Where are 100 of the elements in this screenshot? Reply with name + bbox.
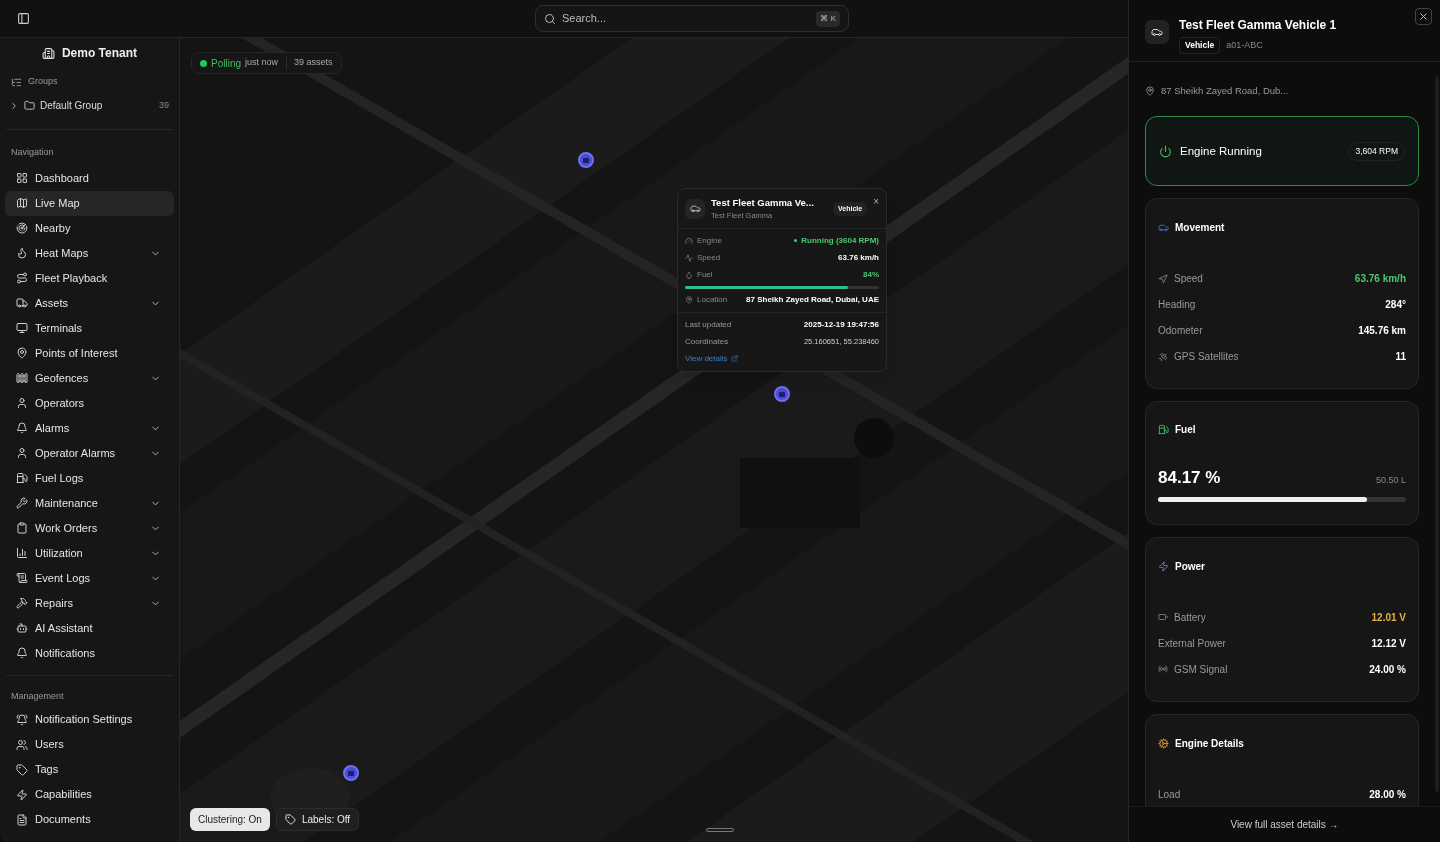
battery-icon bbox=[1158, 612, 1168, 623]
engine-status: Engine Running bbox=[1180, 143, 1263, 159]
map-pin-icon bbox=[685, 295, 693, 304]
stat-label: Speed bbox=[1174, 272, 1204, 287]
fuel-volume: 50.50 L bbox=[1375, 474, 1406, 488]
signal-icon bbox=[1158, 664, 1168, 675]
nav-item[interactable]: Dashboard bbox=[5, 165, 174, 191]
stat-label: External Power bbox=[1158, 636, 1227, 651]
nav-item[interactable]: Fuel Logs bbox=[5, 465, 174, 491]
nav-item[interactable]: Fleet Playback bbox=[5, 265, 174, 291]
stat-label: Battery bbox=[1174, 610, 1207, 625]
tenant-name: Demo Tenant bbox=[61, 45, 138, 62]
stat-value: 28.00 % bbox=[1369, 787, 1406, 802]
clipboard-icon bbox=[16, 522, 28, 534]
search-field[interactable]: Search... ⌘ K bbox=[535, 5, 849, 32]
nav-item[interactable]: Notification Settings bbox=[5, 707, 174, 732]
satellite-icon bbox=[1158, 351, 1168, 362]
nav-item[interactable]: Notifications bbox=[5, 640, 174, 666]
gauge-icon bbox=[685, 236, 693, 245]
tag-icon bbox=[284, 814, 296, 825]
popup-value: 2025-12-19 19:47:56 bbox=[803, 318, 879, 331]
stat-label: Heading bbox=[1158, 298, 1197, 313]
external-link-icon bbox=[730, 355, 738, 362]
popup-label: Engine bbox=[697, 234, 723, 247]
user-icon bbox=[16, 447, 28, 459]
popup-value: Running (3604 RPM) bbox=[801, 234, 879, 247]
folder-icon bbox=[24, 100, 35, 111]
nav-item[interactable]: Heat Maps bbox=[5, 240, 174, 266]
monitor-icon bbox=[16, 322, 28, 334]
nav-item[interactable]: Live Map bbox=[5, 190, 174, 216]
nav-item[interactable]: Repairs bbox=[5, 590, 174, 616]
plate-number: a01-ABC bbox=[1226, 38, 1263, 52]
nav-item[interactable]: Geofences bbox=[5, 365, 174, 391]
map-toggle-button[interactable]: Clustering: On bbox=[190, 808, 270, 831]
wrench-icon bbox=[16, 497, 28, 509]
search-input[interactable]: Search... bbox=[562, 10, 811, 27]
section-label: Groups bbox=[28, 75, 58, 89]
section-label: Navigation bbox=[10, 146, 55, 159]
nav-item[interactable]: Operator Alarms bbox=[5, 440, 174, 466]
radar-icon bbox=[16, 222, 28, 234]
map-pin-icon bbox=[16, 347, 28, 359]
nav-item[interactable]: Maintenance bbox=[5, 490, 174, 516]
fuel-pump-icon bbox=[1158, 424, 1169, 436]
drag-handle[interactable] bbox=[706, 828, 734, 832]
nav-item[interactable]: Terminals bbox=[5, 315, 174, 341]
document-icon bbox=[16, 813, 28, 826]
stat-label: GPS Satellites bbox=[1174, 350, 1240, 365]
sidebar-toggle-icon[interactable] bbox=[17, 12, 30, 25]
stat-label: Odometer bbox=[1158, 324, 1204, 339]
close-button[interactable]: × bbox=[873, 194, 879, 209]
popup-label: Last updated bbox=[685, 318, 732, 331]
close-button[interactable] bbox=[1415, 8, 1432, 25]
popup-value: 84% bbox=[863, 268, 879, 281]
card-title: Power bbox=[1175, 559, 1205, 574]
cog-icon bbox=[1158, 737, 1169, 749]
car-icon bbox=[689, 203, 701, 215]
card-title: Movement bbox=[1175, 221, 1225, 236]
stat-value: 63.76 km/h bbox=[1354, 272, 1406, 287]
card-title: Fuel bbox=[1175, 423, 1196, 438]
navigation-icon bbox=[1158, 273, 1168, 284]
building-icon bbox=[41, 46, 55, 60]
stat-value: 12.01 V bbox=[1371, 610, 1406, 625]
users-icon bbox=[16, 738, 28, 751]
group-count: 39 bbox=[159, 98, 169, 112]
nav-item[interactable]: Event Logs bbox=[5, 565, 174, 591]
group-item[interactable]: Default Group 39 bbox=[0, 97, 179, 114]
popup-value: 63.76 km/h bbox=[838, 251, 879, 264]
nav-item[interactable]: Operators bbox=[5, 390, 174, 416]
fuel-percent: 84.17 % bbox=[1158, 467, 1221, 490]
car-icon bbox=[1158, 222, 1169, 234]
nav-item[interactable]: Work Orders bbox=[5, 515, 174, 541]
nav-item[interactable]: Nearby bbox=[5, 215, 174, 241]
route-icon bbox=[16, 272, 28, 284]
popup-title: Test Fleet Gamma Ve... bbox=[711, 196, 815, 210]
view-full-details-link[interactable]: View full asset details → bbox=[1230, 817, 1339, 832]
popup-label: Fuel bbox=[697, 268, 714, 281]
nav-item[interactable]: Points of Interest bbox=[5, 340, 174, 366]
bar-chart-icon bbox=[16, 547, 28, 559]
lightning-icon bbox=[1158, 560, 1169, 572]
nav-item[interactable]: Tags bbox=[5, 757, 174, 782]
bell-icon bbox=[16, 422, 28, 434]
nav-item[interactable]: Capabilities bbox=[5, 782, 174, 807]
fuel-pump-icon bbox=[16, 472, 28, 484]
tree-icon bbox=[11, 76, 22, 88]
nav-item[interactable]: Users bbox=[5, 732, 174, 757]
map-toggle-button[interactable]: Labels: Off bbox=[275, 808, 360, 831]
stat-value: 284° bbox=[1385, 298, 1406, 313]
asset-title: Test Fleet Gamma Vehicle 1 bbox=[1179, 17, 1338, 34]
truck-icon bbox=[16, 297, 28, 309]
chevron-right-icon[interactable] bbox=[9, 100, 19, 111]
bell-ring-icon bbox=[16, 713, 28, 726]
nav-item[interactable]: AI Assistant bbox=[5, 615, 174, 641]
nav-item[interactable]: Assets bbox=[5, 290, 174, 316]
asset-count: 39 assets bbox=[293, 56, 333, 70]
nav-item[interactable]: Documents bbox=[5, 807, 174, 832]
nav-item[interactable]: Utilization bbox=[5, 540, 174, 566]
stat-value: 11 bbox=[1395, 350, 1406, 365]
nav-item[interactable]: Alarms bbox=[5, 415, 174, 441]
view-details-link[interactable]: View details bbox=[685, 352, 879, 365]
pulse-icon bbox=[685, 253, 693, 262]
